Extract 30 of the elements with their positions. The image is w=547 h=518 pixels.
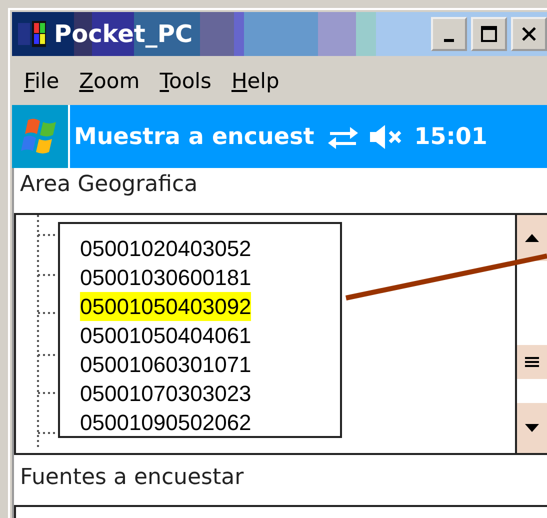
close-icon [520,25,538,43]
code-entry: 05001070303023 [80,380,252,408]
code-entry: 05001030600181 [80,264,252,292]
grip-icon [524,356,540,368]
code-entry: 05001050403092 [80,292,252,321]
maximize-button[interactable] [471,17,507,51]
code-entry: 05001020403052 [80,235,252,263]
menu-item[interactable]: Zoom [79,68,140,92]
section-label: Area Geografica [19,171,199,199]
minimize-button[interactable] [431,17,467,51]
scroll-thumb[interactable] [517,345,547,379]
app-title: Muestra a encuest [74,124,314,150]
up-arrow-icon [524,233,540,243]
clock-time: 15:01 [414,124,488,150]
start-button[interactable] [12,105,70,168]
down-arrow-icon [524,423,540,433]
maximize-icon [480,25,498,43]
window-title: Pocket_PC [54,20,193,48]
code-entry: 05001090502062 [80,409,252,437]
section-label: Fuentes a encuestar [19,464,245,492]
menu-item[interactable]: Tools [160,68,212,92]
minimize-icon [444,38,454,42]
menu-item[interactable]: Help [231,68,280,92]
list-box[interactable] [14,505,547,518]
code-entry: 05001050404061 [80,322,252,350]
code-entry: 05001060301071 [80,351,252,379]
menu-item[interactable]: File [24,68,60,92]
scroll-down-button[interactable] [517,403,547,453]
close-button[interactable] [511,17,547,51]
scroll-up-button[interactable] [517,215,547,261]
